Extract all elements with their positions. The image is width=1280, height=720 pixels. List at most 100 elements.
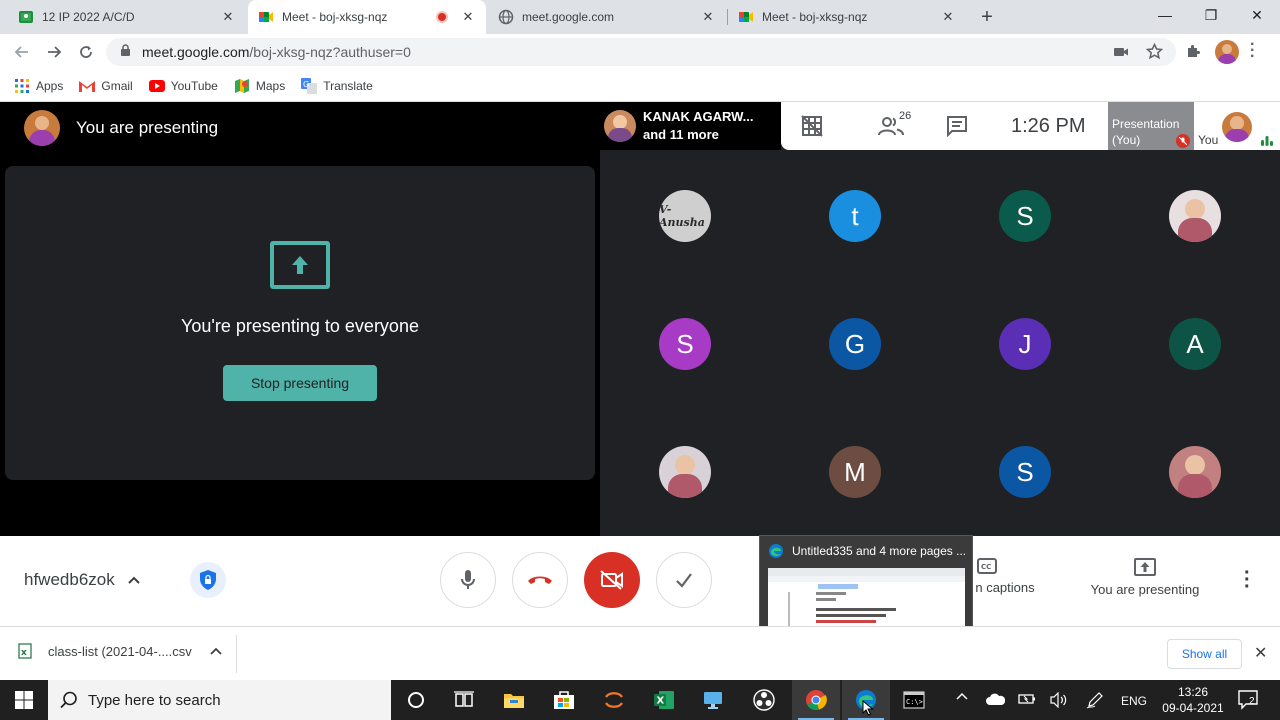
chevron-up-icon[interactable]: [210, 647, 222, 655]
tab-classroom[interactable]: 12 IP 2022 A/C/D ✕: [8, 0, 246, 34]
leave-call-button[interactable]: [512, 552, 568, 608]
microphone-button[interactable]: [440, 552, 496, 608]
active-speaker-chip[interactable]: KANAK AGARW... and 11 more: [600, 102, 781, 150]
system-clock[interactable]: 13:26 09-04-2021: [1158, 684, 1228, 716]
participant-label: V-Anusha: [659, 203, 705, 229]
close-tab-icon[interactable]: ✕: [940, 9, 956, 25]
you-are-presenting-button[interactable]: You are presenting: [1082, 558, 1208, 597]
bookmark-youtube[interactable]: YouTube: [148, 78, 218, 94]
new-tab-button[interactable]: +: [976, 6, 998, 28]
jupyter-button[interactable]: [590, 680, 638, 720]
chrome-button[interactable]: [792, 680, 840, 720]
profile-avatar[interactable]: [1215, 40, 1239, 64]
participant-avatar[interactable]: V-Anusha: [659, 190, 711, 242]
camera-indicator-icon[interactable]: [1113, 44, 1129, 65]
participant-avatar[interactable]: [659, 446, 711, 498]
close-tab-icon[interactable]: ✕: [220, 9, 236, 25]
close-tab-icon[interactable]: ✕: [460, 9, 476, 25]
bookmark-gmail[interactable]: Gmail: [79, 78, 133, 94]
presentation-tile[interactable]: Presentation (You): [1108, 102, 1194, 150]
url-path: /boj-xksg-nqz?authuser=0: [249, 44, 411, 60]
participant-avatar[interactable]: S: [659, 318, 711, 370]
start-button[interactable]: [0, 680, 48, 720]
excel-icon: X: [654, 691, 674, 709]
participant-avatar[interactable]: [1169, 190, 1221, 242]
obs-button[interactable]: [740, 680, 788, 720]
input-language[interactable]: ENG: [1121, 694, 1147, 708]
layout-grid-off-icon[interactable]: [799, 114, 825, 138]
back-button[interactable]: [10, 40, 34, 64]
jupyter-icon: [605, 692, 623, 708]
file-explorer-button[interactable]: [490, 680, 538, 720]
lock-icon[interactable]: [120, 44, 134, 60]
bookmark-label: Translate: [323, 78, 373, 93]
chat-icon[interactable]: [944, 114, 970, 138]
check-button[interactable]: [656, 552, 712, 608]
more-vert-icon[interactable]: · · ·: [1250, 37, 1255, 65]
volume-icon[interactable]: [1050, 691, 1068, 711]
onedrive-icon[interactable]: [985, 692, 1006, 709]
meet-icon: [259, 12, 273, 22]
battery-icon[interactable]: [1018, 692, 1036, 709]
presenting-header-text: You are presenting: [76, 118, 219, 137]
bookmark-maps[interactable]: Maps: [234, 78, 285, 94]
download-item[interactable]: x class-list (2021-04-....csv: [18, 643, 222, 659]
bookmark-apps[interactable]: Apps: [14, 78, 63, 94]
edge-button[interactable]: [842, 680, 890, 720]
minimize-button[interactable]: —: [1142, 0, 1188, 30]
participant-avatar[interactable]: A: [1169, 318, 1221, 370]
more-options-icon[interactable]: · · ·: [1244, 563, 1251, 597]
arrow-left-icon: [14, 46, 28, 58]
close-tab-icon[interactable]: ✕: [700, 9, 716, 25]
restore-button[interactable]: ❐: [1188, 0, 1234, 30]
stop-presenting-button[interactable]: Stop presenting: [223, 365, 377, 401]
taskbar-search[interactable]: Type here to search: [48, 680, 391, 720]
participant-avatar[interactable]: t: [829, 190, 881, 242]
camera-off-icon: [600, 570, 623, 590]
tab-meet-active[interactable]: Meet - boj-xksg-nqz ✕: [248, 0, 486, 34]
task-view-button[interactable]: [440, 680, 488, 720]
participant-avatar[interactable]: G: [829, 318, 881, 370]
participant-initial: A: [1186, 328, 1204, 359]
clock-time: 13:26: [1177, 685, 1209, 699]
action-center-button[interactable]: 2: [1238, 690, 1260, 713]
participant-avatar[interactable]: M: [829, 446, 881, 498]
forward-button[interactable]: [42, 40, 66, 64]
globe-icon: [498, 9, 514, 25]
extensions-icon[interactable]: [1185, 43, 1202, 65]
excel-button[interactable]: X: [640, 680, 688, 720]
participant-avatar[interactable]: S: [999, 446, 1051, 498]
self-tile[interactable]: You: [1194, 102, 1280, 150]
participant-avatar[interactable]: S: [999, 190, 1051, 242]
svg-text:CC: CC: [981, 563, 991, 571]
camera-button[interactable]: [584, 552, 640, 608]
closed-captions-icon: CC: [977, 558, 997, 574]
tray-chevron-up-icon[interactable]: [955, 690, 969, 704]
remote-desktop-button[interactable]: [690, 680, 738, 720]
tab-meet-home[interactable]: meet.google.com ✕: [488, 0, 726, 34]
show-all-button[interactable]: Show all: [1167, 639, 1242, 669]
meeting-code: hfwedb6zok: [24, 570, 115, 589]
participant-avatar[interactable]: [1169, 446, 1221, 498]
call-end-icon: [528, 576, 552, 584]
tab-meet-2[interactable]: Meet - boj-xksg-nqz ✕: [728, 0, 966, 34]
cortana-button[interactable]: [392, 680, 440, 720]
close-download-bar-icon[interactable]: ✕: [1254, 643, 1267, 663]
star-icon[interactable]: [1145, 42, 1164, 65]
close-window-button[interactable]: ✕: [1234, 0, 1280, 30]
pen-ink-icon[interactable]: [1086, 691, 1104, 712]
host-controls-button[interactable]: [190, 562, 226, 598]
gmail-icon: [79, 78, 96, 94]
store-button[interactable]: [540, 680, 588, 720]
bookmark-translate[interactable]: G Translate: [301, 77, 373, 94]
address-bar[interactable]: meet.google.com/boj-xksg-nqz?authuser=0: [106, 38, 1176, 66]
chevron-up-icon: [128, 576, 140, 584]
tab-title: Meet - boj-xksg-nqz: [762, 10, 868, 24]
captions-button[interactable]: CC n captions: [960, 558, 1050, 595]
meeting-details[interactable]: hfwedb6zok: [24, 570, 141, 590]
reload-button[interactable]: [74, 40, 98, 64]
people-button[interactable]: 26: [871, 110, 911, 138]
present-to-all-icon: [270, 241, 330, 289]
terminal-button[interactable]: C:\>: [890, 680, 938, 720]
participant-avatar[interactable]: J: [999, 318, 1051, 370]
